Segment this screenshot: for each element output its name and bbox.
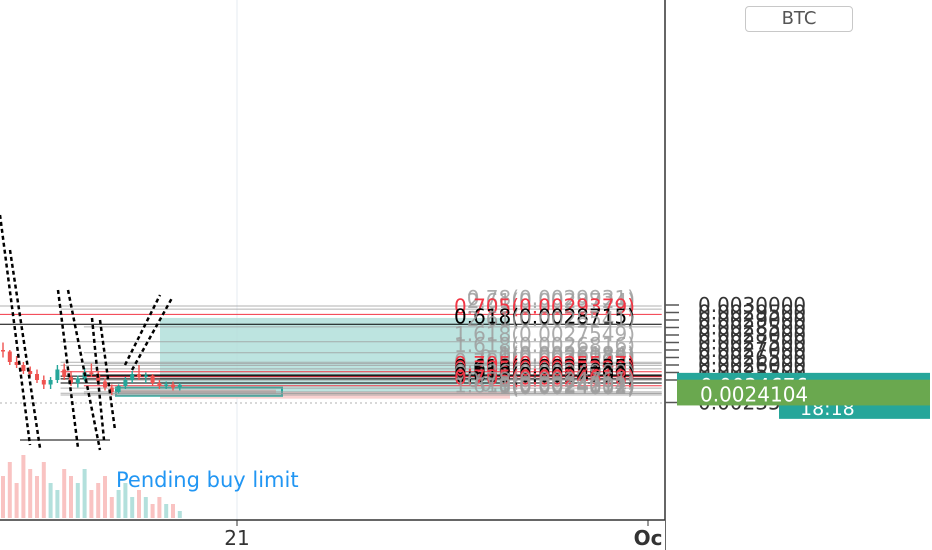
volume-bar [164,504,169,518]
volume-bar [41,462,46,518]
trend-line [123,294,162,366]
price-axis[interactable]: 0.00300000.00295000.00290000.00285000.00… [664,0,932,550]
volume-bar [89,490,94,518]
grid-layer [0,0,665,520]
volume-bar [130,497,135,518]
price-axis-bg [665,0,932,550]
position-tool[interactable]: Pending buy limit [115,317,510,492]
volume-bar [55,490,60,518]
volume-bar [7,462,12,518]
price-chart[interactable]: Pending buy limit 0.78(0.0029931)2.61(0.… [0,0,932,550]
volume-bar [21,455,26,518]
volume-bar [82,469,87,518]
currency-badge[interactable]: BTC [745,6,853,32]
volume-bar [69,476,73,518]
time-axis[interactable]: 21 Oc [0,519,665,550]
candle-body [21,365,26,371]
candle-body [171,384,175,388]
candle-body [123,380,128,386]
candle-body [1,350,5,352]
candle-body [41,380,46,385]
candle-body [137,374,141,377]
volume-bar [150,504,155,518]
time-tick-label: 21 [224,526,249,550]
candle-body [150,375,155,383]
candle-body [35,374,39,380]
candle-body [103,381,107,388]
trend-line [56,289,80,449]
volume-bar [96,483,101,518]
candle-body [143,375,148,377]
chart-stage: Pending buy limit 0.78(0.0029931) 2.61(0.… [0,0,932,550]
candle-body [164,384,169,386]
volume-bar [143,497,148,518]
volume-bar [157,497,162,518]
trend-line [8,249,42,449]
volume-bar [1,476,5,518]
candle-body [55,369,60,380]
candle-body [157,383,162,386]
volume-bar [137,490,141,518]
volume-bar [14,483,19,518]
candle-body [75,378,80,383]
candle-body [48,380,53,385]
candle-body [177,384,182,388]
candle-body [130,374,135,380]
volume-bar [48,483,53,518]
volume-bar [62,469,67,518]
volume-bar [171,504,175,518]
candle-body [62,369,67,377]
candle-body [7,351,12,362]
volume-bar [177,511,182,518]
volume-bar [75,483,80,518]
volume-bar [109,497,114,518]
volume-bar [28,469,33,518]
drawings-layer [0,214,174,451]
fib-level-label: 1(0.0024002) [499,375,635,399]
position-label: Pending buy limit [116,468,299,492]
candle-body [116,386,121,392]
volume-bar [35,476,39,518]
volume-bar [116,490,121,518]
candle-body [89,372,94,374]
trend-line [0,214,32,446]
price-tag-label: 0.0024104 [700,382,808,406]
volume-bar [103,476,107,518]
time-axis-bg [0,520,665,550]
time-tick-label: Oc [634,526,663,550]
